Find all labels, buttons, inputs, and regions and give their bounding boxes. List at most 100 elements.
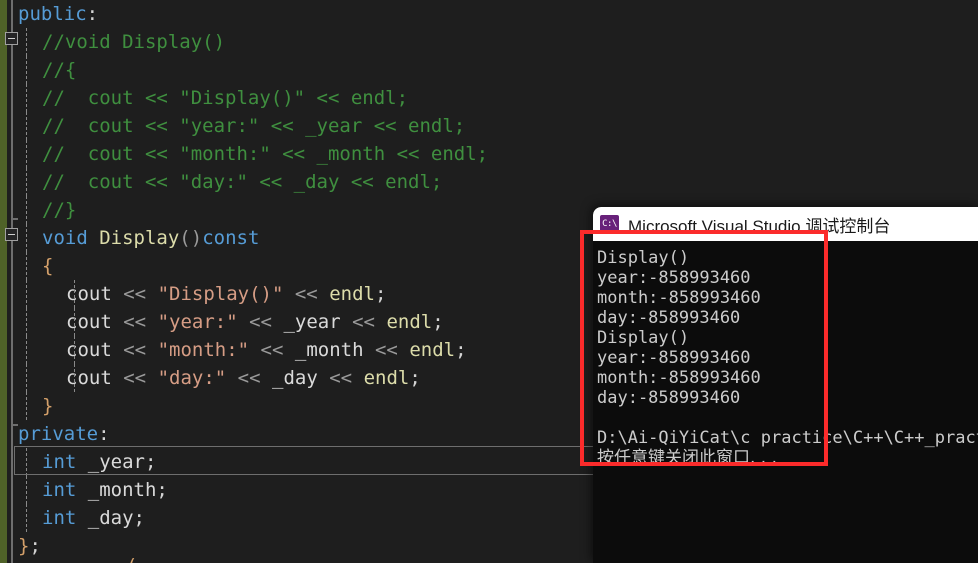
console-output-line: day:-858993460 xyxy=(597,308,741,328)
console-output-line: Display() xyxy=(597,328,690,348)
code-token: endl xyxy=(386,311,433,333)
indent-guide xyxy=(26,336,27,364)
indent-guide xyxy=(26,224,27,252)
indent-guide xyxy=(26,252,27,280)
code-token: << xyxy=(123,367,147,389)
debug-console-window[interactable]: C:\ Microsoft Visual Studio 调试控制台 Displa… xyxy=(593,207,978,563)
code-line-text: }; xyxy=(18,535,41,557)
code-token: _month xyxy=(294,339,364,361)
console-output-line: D:\Ai-QiYiCat\c practice\C++\C++_pract xyxy=(597,428,978,448)
code-line[interactable]: //{ xyxy=(0,56,978,84)
code-token: const xyxy=(202,227,260,249)
code-token: << xyxy=(123,311,147,333)
code-token: ; xyxy=(29,535,41,557)
code-token: int xyxy=(42,451,77,473)
code-token: ; xyxy=(432,311,444,333)
code-token: << xyxy=(352,311,375,333)
code-line-text: // cout << "day:" << _day << endl; xyxy=(42,171,442,193)
code-token: "Display()" xyxy=(157,283,284,305)
code-line-text: public: xyxy=(18,3,98,25)
code-line-text: int _month; xyxy=(42,479,168,501)
code-line[interactable]: public: xyxy=(0,0,978,28)
code-token: << xyxy=(249,311,272,333)
indent-guide xyxy=(26,308,27,336)
code-token: << xyxy=(260,339,284,361)
code-token: cout xyxy=(66,339,112,361)
code-token: ; xyxy=(156,479,168,501)
code-token: void xyxy=(42,227,88,249)
cmd-prompt-icon-label: C:\ xyxy=(602,218,617,229)
code-token: public xyxy=(18,3,87,25)
code-token: { xyxy=(42,255,54,277)
collapse-toggle-icon[interactable] xyxy=(5,32,18,45)
code-line-text: //{ xyxy=(42,59,76,81)
code-line[interactable]: // cout << "year:" << _year << endl; xyxy=(0,112,978,140)
code-token: //{ xyxy=(42,59,77,81)
code-line-text: private: xyxy=(18,423,110,445)
code-line-text: int _day; xyxy=(42,507,145,529)
code-token: } xyxy=(42,395,54,417)
code-token: cout xyxy=(66,311,112,333)
code-token: } xyxy=(18,535,30,557)
code-line[interactable]: // cout << "month:" << _month << endl; xyxy=(0,140,978,168)
code-token: // cout << "month:" << _month << endl; xyxy=(42,143,489,165)
code-line-text: // cout << "Display()" << endl; xyxy=(42,87,408,109)
code-line-text: cout << "Display()" << endl; xyxy=(66,283,386,305)
code-line-text: int _year; xyxy=(42,451,156,473)
code-line[interactable]: //void Display() xyxy=(0,28,978,56)
indent-guide xyxy=(26,28,27,56)
code-token: _day xyxy=(87,507,134,529)
indent-guide xyxy=(74,364,75,392)
code-token: //} xyxy=(42,199,77,221)
code-token: << xyxy=(329,367,353,389)
code-line-text: cout << "month:" << _month << endl; xyxy=(66,339,467,361)
collapse-toggle-icon[interactable] xyxy=(5,228,18,241)
code-token: ; xyxy=(144,451,157,473)
code-token: //void Display() xyxy=(42,31,226,53)
code-token: << xyxy=(374,339,398,361)
console-titlebar[interactable]: C:\ Microsoft Visual Studio 调试控制台 xyxy=(593,207,978,241)
code-token: << xyxy=(123,283,147,305)
code-line-text: //} xyxy=(42,199,76,221)
indent-guide xyxy=(26,168,27,196)
code-token: ; xyxy=(409,367,421,389)
indent-guide xyxy=(26,476,27,504)
code-token: : xyxy=(86,3,99,25)
code-line-text: { xyxy=(42,255,53,277)
outline-tick xyxy=(11,424,18,426)
code-line-text: // cout << "year:" << _year << endl; xyxy=(42,115,465,137)
code-line[interactable]: // cout << "day:" << _day << endl; xyxy=(0,168,978,196)
console-output-line: year:-858993460 xyxy=(597,348,751,368)
console-output[interactable]: Display() year:-858993460 month:-858993460… xyxy=(593,241,978,563)
code-token: ; xyxy=(374,283,387,305)
code-line-text: // cout << "month:" << _month << endl; xyxy=(42,143,488,165)
outline-tick xyxy=(11,218,18,220)
console-output-line: day:-858993460 xyxy=(597,388,741,408)
code-token: _year xyxy=(283,311,341,333)
indent-guide xyxy=(26,196,27,224)
code-token: () xyxy=(179,227,203,249)
code-line[interactable]: // cout << "Display()" << endl; xyxy=(0,84,978,112)
code-line-text: } xyxy=(42,395,53,417)
code-token: _month xyxy=(87,479,157,501)
code-token: endl xyxy=(329,283,375,305)
code-token: Display xyxy=(99,227,180,249)
console-output-line: month:-858993460 xyxy=(597,288,761,308)
code-token: // cout << "year:" << _year << endl; xyxy=(42,115,466,137)
